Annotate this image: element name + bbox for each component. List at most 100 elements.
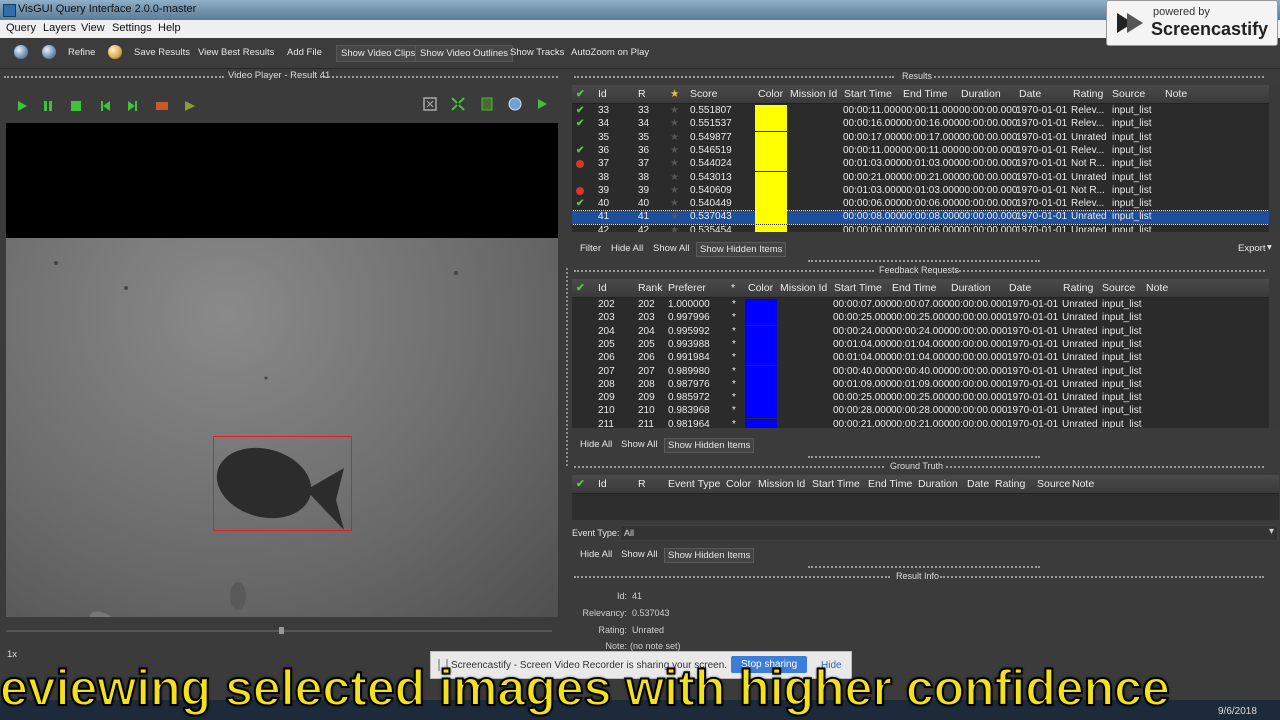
- star-icon[interactable]: ★: [670, 198, 679, 209]
- feedback-star-icon[interactable]: *: [732, 352, 736, 363]
- feedback-row[interactable]: * 202 202 1.000000 00:00:07.000 00:00:07.000 0…: [572, 299, 1269, 312]
- feedback-row[interactable]: * 206 206 0.991984 00:01:04.000 00:01:04.000 0…: [572, 352, 1269, 366]
- zoom-extents-icon[interactable]: [450, 96, 466, 112]
- gt-col-duration[interactable]: Duration: [918, 478, 958, 490]
- feedback-row[interactable]: * 209 209 0.985972 00:00:25.000 00:00:25.000 0…: [572, 392, 1269, 406]
- add-file-button[interactable]: Add File: [287, 47, 322, 58]
- results-hide-all-button[interactable]: Hide All: [611, 243, 643, 254]
- menu-settings[interactable]: Settings: [112, 22, 152, 34]
- fb-col-star[interactable]: *: [731, 282, 735, 294]
- col-color[interactable]: Color: [758, 88, 783, 100]
- feedback-status-header-icon[interactable]: ✔: [576, 282, 585, 294]
- result-row[interactable]: ★ 37 37 0.544024 00:01:03.000 00:01:03.000 00:…: [572, 158, 1269, 172]
- stop-icon[interactable]: [68, 98, 84, 114]
- gt-col-rating[interactable]: Rating: [995, 478, 1025, 490]
- event-type-select[interactable]: All ▾: [620, 525, 1278, 541]
- fb-col-duration[interactable]: Duration: [951, 282, 991, 294]
- not-relevant-icon[interactable]: [576, 158, 584, 171]
- feedback-row[interactable]: * 211 211 0.981964 00:00:21.000 00:00:21.000 0…: [572, 418, 1269, 428]
- feedback-star-icon[interactable]: *: [732, 405, 736, 416]
- gt-show-hidden-button[interactable]: Show Hidden Items: [664, 548, 755, 563]
- panel-grip[interactable]: [574, 270, 874, 272]
- feedback-star-icon[interactable]: *: [732, 379, 736, 390]
- col-score[interactable]: Score: [690, 88, 717, 100]
- panel-grip[interactable]: [574, 466, 884, 468]
- not-relevant-icon[interactable]: [576, 185, 584, 198]
- gt-col-color[interactable]: Color: [726, 478, 751, 490]
- panel-grip[interactable]: [955, 270, 1265, 272]
- feedback-scrollbar[interactable]: [1269, 279, 1279, 428]
- col-rank[interactable]: R: [638, 88, 646, 100]
- next-result-icon[interactable]: [182, 98, 198, 114]
- star-icon[interactable]: ★: [670, 185, 679, 196]
- panel-grip[interactable]: [4, 76, 224, 78]
- star-icon[interactable]: ★: [670, 172, 679, 183]
- fb-col-preference[interactable]: Preferer: [668, 282, 706, 294]
- fb-col-mission-id[interactable]: Mission Id: [780, 282, 827, 294]
- autozoom-toggle[interactable]: AutoZoom on Play: [571, 47, 649, 58]
- feedback-hide-all-button[interactable]: Hide All: [580, 439, 612, 450]
- fb-col-rating[interactable]: Rating: [1063, 282, 1093, 294]
- fb-col-id[interactable]: Id: [598, 282, 607, 294]
- video-frame[interactable]: [6, 123, 558, 617]
- gt-col-date[interactable]: Date: [967, 478, 989, 490]
- star-icon[interactable]: ★: [670, 211, 679, 222]
- feedback-star-icon[interactable]: *: [732, 392, 736, 403]
- gt-col-event-type[interactable]: Event Type: [668, 478, 720, 490]
- panel-grip[interactable]: [934, 76, 1264, 78]
- pause-icon[interactable]: [40, 98, 56, 114]
- feedback-star-icon[interactable]: *: [732, 419, 736, 428]
- panel-grip[interactable]: [808, 566, 1040, 568]
- star-icon[interactable]: ★: [670, 132, 679, 143]
- col-start-time[interactable]: Start Time: [844, 88, 892, 100]
- feedback-star-icon[interactable]: *: [732, 366, 736, 377]
- previous-result-icon[interactable]: [154, 98, 170, 114]
- panel-grip[interactable]: [320, 76, 558, 78]
- results-status-header-icon[interactable]: ✔: [576, 88, 585, 100]
- feedback-show-all-button[interactable]: Show All: [621, 439, 657, 450]
- fb-col-date[interactable]: Date: [1009, 282, 1031, 294]
- feedback-row[interactable]: * 205 205 0.993988 00:01:04.000 00:01:04.000 0…: [572, 338, 1269, 352]
- feedback-row[interactable]: * 204 204 0.995992 00:00:24.000 00:00:24.000 0…: [572, 325, 1269, 339]
- feedback-star-icon[interactable]: *: [732, 339, 736, 350]
- panel-grip[interactable]: [808, 456, 1040, 458]
- result-row[interactable]: ★ 42 42 0.535454 00:00:06.000 00:00:06.000 00:…: [572, 224, 1269, 232]
- panel-grip[interactable]: [574, 576, 890, 578]
- step-forward-icon[interactable]: [124, 98, 140, 114]
- result-row[interactable]: ★ 38 38 0.543013 00:00:21.000 00:00:21.000 00:…: [572, 171, 1269, 185]
- result-row[interactable]: ★ 41 41 0.537043 00:00:08.000 00:00:08.000 00:…: [572, 210, 1270, 226]
- gt-col-mission-id[interactable]: Mission Id: [758, 478, 805, 490]
- menu-layers[interactable]: Layers: [43, 22, 76, 34]
- menu-view[interactable]: View: [81, 22, 105, 34]
- fb-col-start-time[interactable]: Start Time: [834, 282, 882, 294]
- fb-col-end-time[interactable]: End Time: [892, 282, 936, 294]
- col-mission-id[interactable]: Mission Id: [790, 88, 837, 100]
- star-icon[interactable]: ★: [670, 225, 679, 232]
- play-icon[interactable]: [14, 98, 30, 114]
- view-best-results-button[interactable]: View Best Results: [198, 47, 274, 58]
- feedback-row[interactable]: * 207 207 0.989980 00:00:40.000 00:00:40.000 0…: [572, 365, 1269, 379]
- export-dropdown-icon[interactable]: ▾: [1267, 242, 1272, 253]
- gt-show-all-button[interactable]: Show All: [621, 549, 657, 560]
- zoom-fit-icon[interactable]: [422, 96, 438, 112]
- feedback-row[interactable]: * 203 203 0.997996 00:00:25.000 00:00:25.000 0…: [572, 312, 1269, 326]
- gt-col-source[interactable]: Source: [1037, 478, 1070, 490]
- feedback-row[interactable]: * 210 210 0.983968 00:00:28.000 00:00:28.000 0…: [572, 405, 1269, 419]
- new-query-icon[interactable]: [14, 45, 28, 59]
- star-icon[interactable]: ★: [670, 118, 679, 129]
- show-video-outlines-toggle[interactable]: Show Video Outlines: [415, 45, 514, 62]
- layer-toggle-icon[interactable]: [479, 96, 495, 112]
- panel-grip[interactable]: [940, 576, 1264, 578]
- globe-icon[interactable]: [507, 96, 523, 112]
- results-show-hidden-button[interactable]: Show Hidden Items: [696, 242, 787, 257]
- export-button[interactable]: Export: [1238, 243, 1265, 254]
- result-row[interactable]: ✔ ★ 33 33 0.551807 00:00:11.000 00:00:11.000 00…: [572, 105, 1269, 118]
- save-icon[interactable]: [108, 45, 122, 59]
- gt-col-end-time[interactable]: End Time: [868, 478, 912, 490]
- panel-grip[interactable]: [808, 260, 1040, 262]
- col-star[interactable]: ★: [670, 88, 679, 100]
- panel-grip[interactable]: [946, 466, 1264, 468]
- feedback-star-icon[interactable]: *: [732, 312, 736, 323]
- feedback-show-hidden-button[interactable]: Show Hidden Items: [664, 438, 755, 453]
- panel-grip[interactable]: [574, 76, 894, 78]
